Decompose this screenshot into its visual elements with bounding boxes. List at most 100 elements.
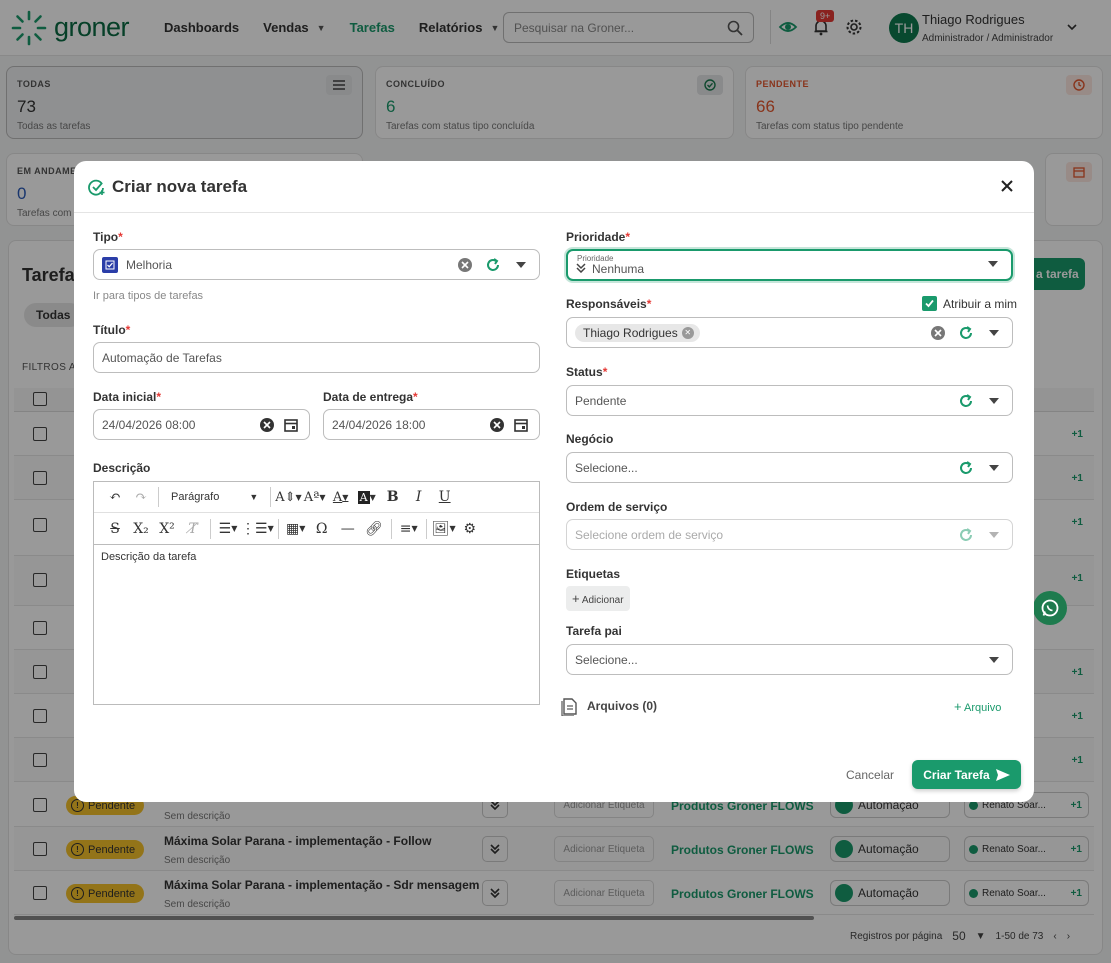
editor-toolbar-row-1: ↶ ↷ Parágrafo ▼ A⇕ ▼ Aª ▼ A ▼ A ▼ B I U xyxy=(94,482,539,513)
responsaveis-select[interactable]: Thiago Rodrigues ✕ xyxy=(566,317,1013,348)
ordem-servico-select[interactable]: Selecione ordem de serviço xyxy=(566,519,1013,550)
font-size-icon[interactable]: A⇕ ▼ xyxy=(275,485,301,509)
negocio-select[interactable]: Selecione... xyxy=(566,452,1013,483)
caret-down-icon[interactable] xyxy=(984,650,1004,670)
create-task-modal: Criar nova tarefa Tipo* Melhoria Ir para… xyxy=(74,161,1034,802)
italic-icon[interactable]: I xyxy=(406,485,432,509)
responsible-chip[interactable]: Thiago Rodrigues ✕ xyxy=(575,323,700,342)
bold-icon[interactable]: B xyxy=(380,485,406,509)
close-icon[interactable] xyxy=(998,177,1016,195)
prioridade-value: Nenhuma xyxy=(592,262,645,276)
refresh-icon[interactable] xyxy=(483,255,503,275)
tipo-link[interactable]: Ir para tipos de tarefas xyxy=(93,290,203,302)
numbered-list-icon[interactable]: ⋮☰ ▼ xyxy=(241,517,274,541)
toolbar-divider xyxy=(158,487,159,507)
caret-down-icon[interactable] xyxy=(984,391,1004,411)
tipo-label: Tipo* xyxy=(93,230,123,244)
horizontal-line-icon[interactable]: — xyxy=(335,517,361,541)
caret-down-icon[interactable] xyxy=(984,323,1004,343)
clear-icon[interactable] xyxy=(487,415,507,435)
data-inicial-input[interactable]: 24/04/2026 08:00 xyxy=(93,409,310,440)
paragraph-style-select[interactable]: Parágrafo ▼ xyxy=(163,491,266,503)
add-file-button[interactable]: + Arquivo xyxy=(954,699,1001,714)
calendar-icon[interactable] xyxy=(511,415,531,435)
refresh-icon[interactable] xyxy=(956,458,976,478)
modal-title: Criar nova tarefa xyxy=(112,176,248,196)
status-value: Pendente xyxy=(575,393,627,408)
titulo-input[interactable]: Automação de Tarefas xyxy=(93,342,540,373)
strikethrough-icon[interactable]: S xyxy=(102,517,128,541)
descricao-label: Descrição xyxy=(93,461,151,475)
titulo-value: Automação de Tarefas xyxy=(102,350,222,365)
whatsapp-button[interactable] xyxy=(1033,591,1067,625)
negocio-placeholder: Selecione... xyxy=(575,460,638,475)
superscript-icon[interactable]: X² xyxy=(154,517,180,541)
insert-image-icon[interactable]: 🖼︎ ▼ xyxy=(431,517,457,541)
caret-down-icon[interactable] xyxy=(984,525,1004,545)
clear-icon[interactable] xyxy=(455,255,475,275)
plus-icon: + xyxy=(572,591,580,606)
required-mark: * xyxy=(646,297,652,311)
tipo-select[interactable]: Melhoria xyxy=(93,249,540,280)
assign-me-checkbox[interactable] xyxy=(922,296,937,311)
label-text: Prioridade xyxy=(566,230,626,244)
tarefa-pai-label: Tarefa pai xyxy=(566,624,622,638)
font-family-icon[interactable]: Aª ▼ xyxy=(302,485,328,509)
image-settings-icon[interactable]: ⚙︎ xyxy=(457,517,483,541)
label-text: Tipo xyxy=(93,230,119,244)
ordem-servico-placeholder: Selecione ordem de serviço xyxy=(575,527,724,542)
font-color-icon[interactable]: A ▼ xyxy=(328,485,354,509)
description-textarea[interactable]: Descrição da tarefa xyxy=(94,544,539,704)
table-icon[interactable]: ▦ ▼ xyxy=(283,517,309,541)
highlight-color-icon[interactable]: A ▼ xyxy=(354,485,380,509)
files-label: Arquivos (0) xyxy=(587,699,658,713)
status-select[interactable]: Pendente xyxy=(566,385,1013,416)
undo-icon[interactable]: ↶ xyxy=(102,485,128,509)
caret-down-icon[interactable] xyxy=(983,254,1003,274)
special-char-icon[interactable]: Ω xyxy=(309,517,335,541)
clear-format-icon[interactable]: T̸ xyxy=(180,517,206,541)
responsaveis-label: Responsáveis* xyxy=(566,297,651,311)
required-mark: * xyxy=(118,230,123,244)
modal-header: Criar nova tarefa xyxy=(74,161,1034,213)
data-entrega-input[interactable]: 24/04/2026 18:00 xyxy=(323,409,540,440)
required-mark: * xyxy=(125,323,131,337)
bullet-list-icon[interactable]: ☰ ▼ xyxy=(215,517,241,541)
subscript-icon[interactable]: X₂ xyxy=(128,517,154,541)
create-task-button[interactable]: Criar Tarefa xyxy=(912,760,1021,789)
refresh-icon[interactable] xyxy=(956,391,976,411)
cancel-button[interactable]: Cancelar xyxy=(846,768,894,782)
add-file-label: Arquivo xyxy=(964,702,1002,714)
check-icon xyxy=(925,299,934,308)
clear-icon[interactable] xyxy=(257,415,277,435)
add-tag-button[interactable]: + Adicionar xyxy=(566,586,630,611)
label-text: Data inicial xyxy=(93,390,157,404)
underline-icon[interactable]: U xyxy=(432,485,458,509)
prioridade-label: Prioridade* xyxy=(566,230,630,244)
toolbar-divider xyxy=(425,518,427,539)
task-add-icon xyxy=(88,179,105,196)
refresh-icon[interactable] xyxy=(956,525,976,545)
toolbar-divider xyxy=(210,518,211,539)
plus-icon: + xyxy=(954,699,962,714)
tarefa-pai-select[interactable]: Selecione... xyxy=(566,644,1013,675)
assign-me-label[interactable]: Atribuir a mim xyxy=(943,297,1017,311)
prioridade-select[interactable]: Prioridade Nenhuma xyxy=(566,249,1013,281)
label-text: Status xyxy=(566,365,603,379)
caret-down-icon[interactable] xyxy=(984,458,1004,478)
chevron-down-icon: ▼ xyxy=(249,492,259,502)
refresh-icon[interactable] xyxy=(956,323,976,343)
whatsapp-icon xyxy=(1041,599,1059,617)
label-text: Responsáveis xyxy=(566,297,647,311)
add-tag-label: Adicionar xyxy=(581,595,624,606)
prioridade-float-label: Prioridade xyxy=(577,254,614,263)
label-text: Data de entrega xyxy=(323,390,414,404)
caret-down-icon[interactable] xyxy=(511,255,531,275)
link-icon[interactable]: 🔗︎ xyxy=(361,517,387,541)
align-icon[interactable]: ≡ ▼ xyxy=(396,517,422,541)
redo-icon[interactable]: ↷ xyxy=(128,485,154,509)
chip-remove-icon[interactable]: ✕ xyxy=(681,326,694,339)
clear-icon[interactable] xyxy=(928,323,948,343)
double-chevron-down-icon xyxy=(576,262,586,276)
calendar-icon[interactable] xyxy=(281,415,301,435)
